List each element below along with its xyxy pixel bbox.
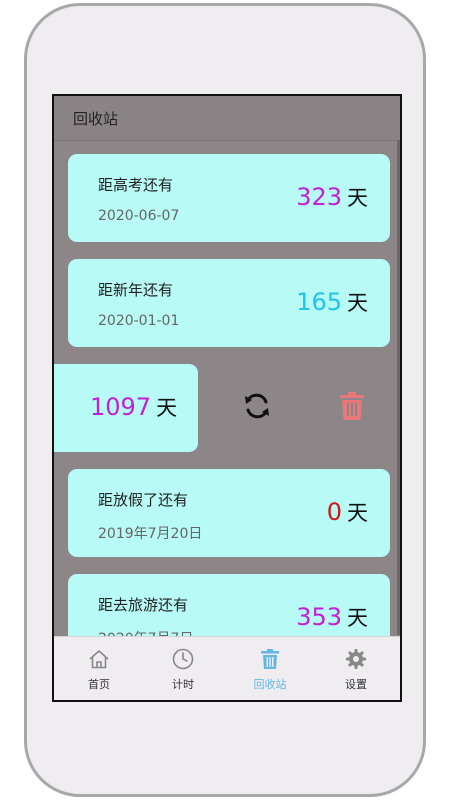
days-number: 1097 — [90, 393, 152, 421]
clock-icon — [172, 648, 194, 670]
nav-timer[interactable]: 计时 — [140, 637, 226, 700]
days-unit: 天 — [347, 501, 368, 525]
card-title: 距放假了还有 — [98, 491, 189, 509]
card-date: 2020-06-07 — [98, 208, 180, 224]
days-number: 353 — [296, 603, 342, 631]
countdown-card-gaokao[interactable]: 距高考还有 2020-06-07 323 天 — [68, 154, 390, 242]
card-days: 0天 — [327, 497, 368, 527]
nav-settings[interactable]: 设置 — [313, 637, 399, 700]
countdown-card-new-year[interactable]: 距新年还有 2020-01-01 165 天 — [68, 259, 390, 347]
title-bar: 回收站 — [54, 96, 400, 141]
card-days: 1097 天 — [90, 392, 177, 422]
page-title: 回收站 — [73, 110, 119, 128]
days-number: 323 — [296, 183, 342, 211]
days-unit: 天 — [347, 186, 368, 210]
home-icon — [89, 650, 109, 669]
card-date: 2020-01-01 — [98, 313, 180, 329]
days-number: 0 — [326, 498, 342, 526]
card-title: 距去旅游还有 — [98, 596, 189, 614]
days-unit: 天 — [347, 291, 368, 315]
swiped-card[interactable]: 1097 天 — [54, 364, 198, 452]
nav-label: 计时 — [172, 678, 194, 691]
nav-recycle-bin[interactable]: 回收站 — [227, 637, 313, 700]
bottom-navigation: 首页 计时 回收站 设置 — [54, 636, 400, 700]
delete-button[interactable] — [335, 386, 369, 426]
nav-label: 首页 — [88, 678, 110, 691]
app-screen: 回收站 距高考还有 2020-06-07 323 天 距新年还有 2020-01-… — [52, 94, 402, 702]
days-unit: 天 — [156, 396, 178, 420]
card-days: 323 天 — [296, 182, 368, 212]
trash-icon — [261, 649, 279, 669]
card-title: 距高考还有 — [98, 176, 174, 194]
days-unit: 天 — [347, 606, 368, 630]
scrollbar[interactable] — [397, 140, 400, 635]
days-number: 165 — [296, 288, 342, 316]
gear-icon — [346, 649, 366, 669]
refresh-icon — [245, 393, 269, 419]
nav-label: 回收站 — [253, 678, 287, 691]
nav-home[interactable]: 首页 — [56, 637, 142, 700]
trash-icon — [340, 392, 364, 420]
card-days: 353 天 — [296, 602, 368, 632]
card-days: 165 天 — [296, 287, 368, 317]
card-title: 距新年还有 — [98, 281, 174, 299]
countdown-card-holiday[interactable]: 距放假了还有 2019年7月20日 0天 — [68, 469, 390, 557]
restore-button[interactable] — [240, 386, 274, 426]
card-date: 2019年7月20日 — [98, 526, 203, 542]
nav-label: 设置 — [345, 678, 367, 691]
